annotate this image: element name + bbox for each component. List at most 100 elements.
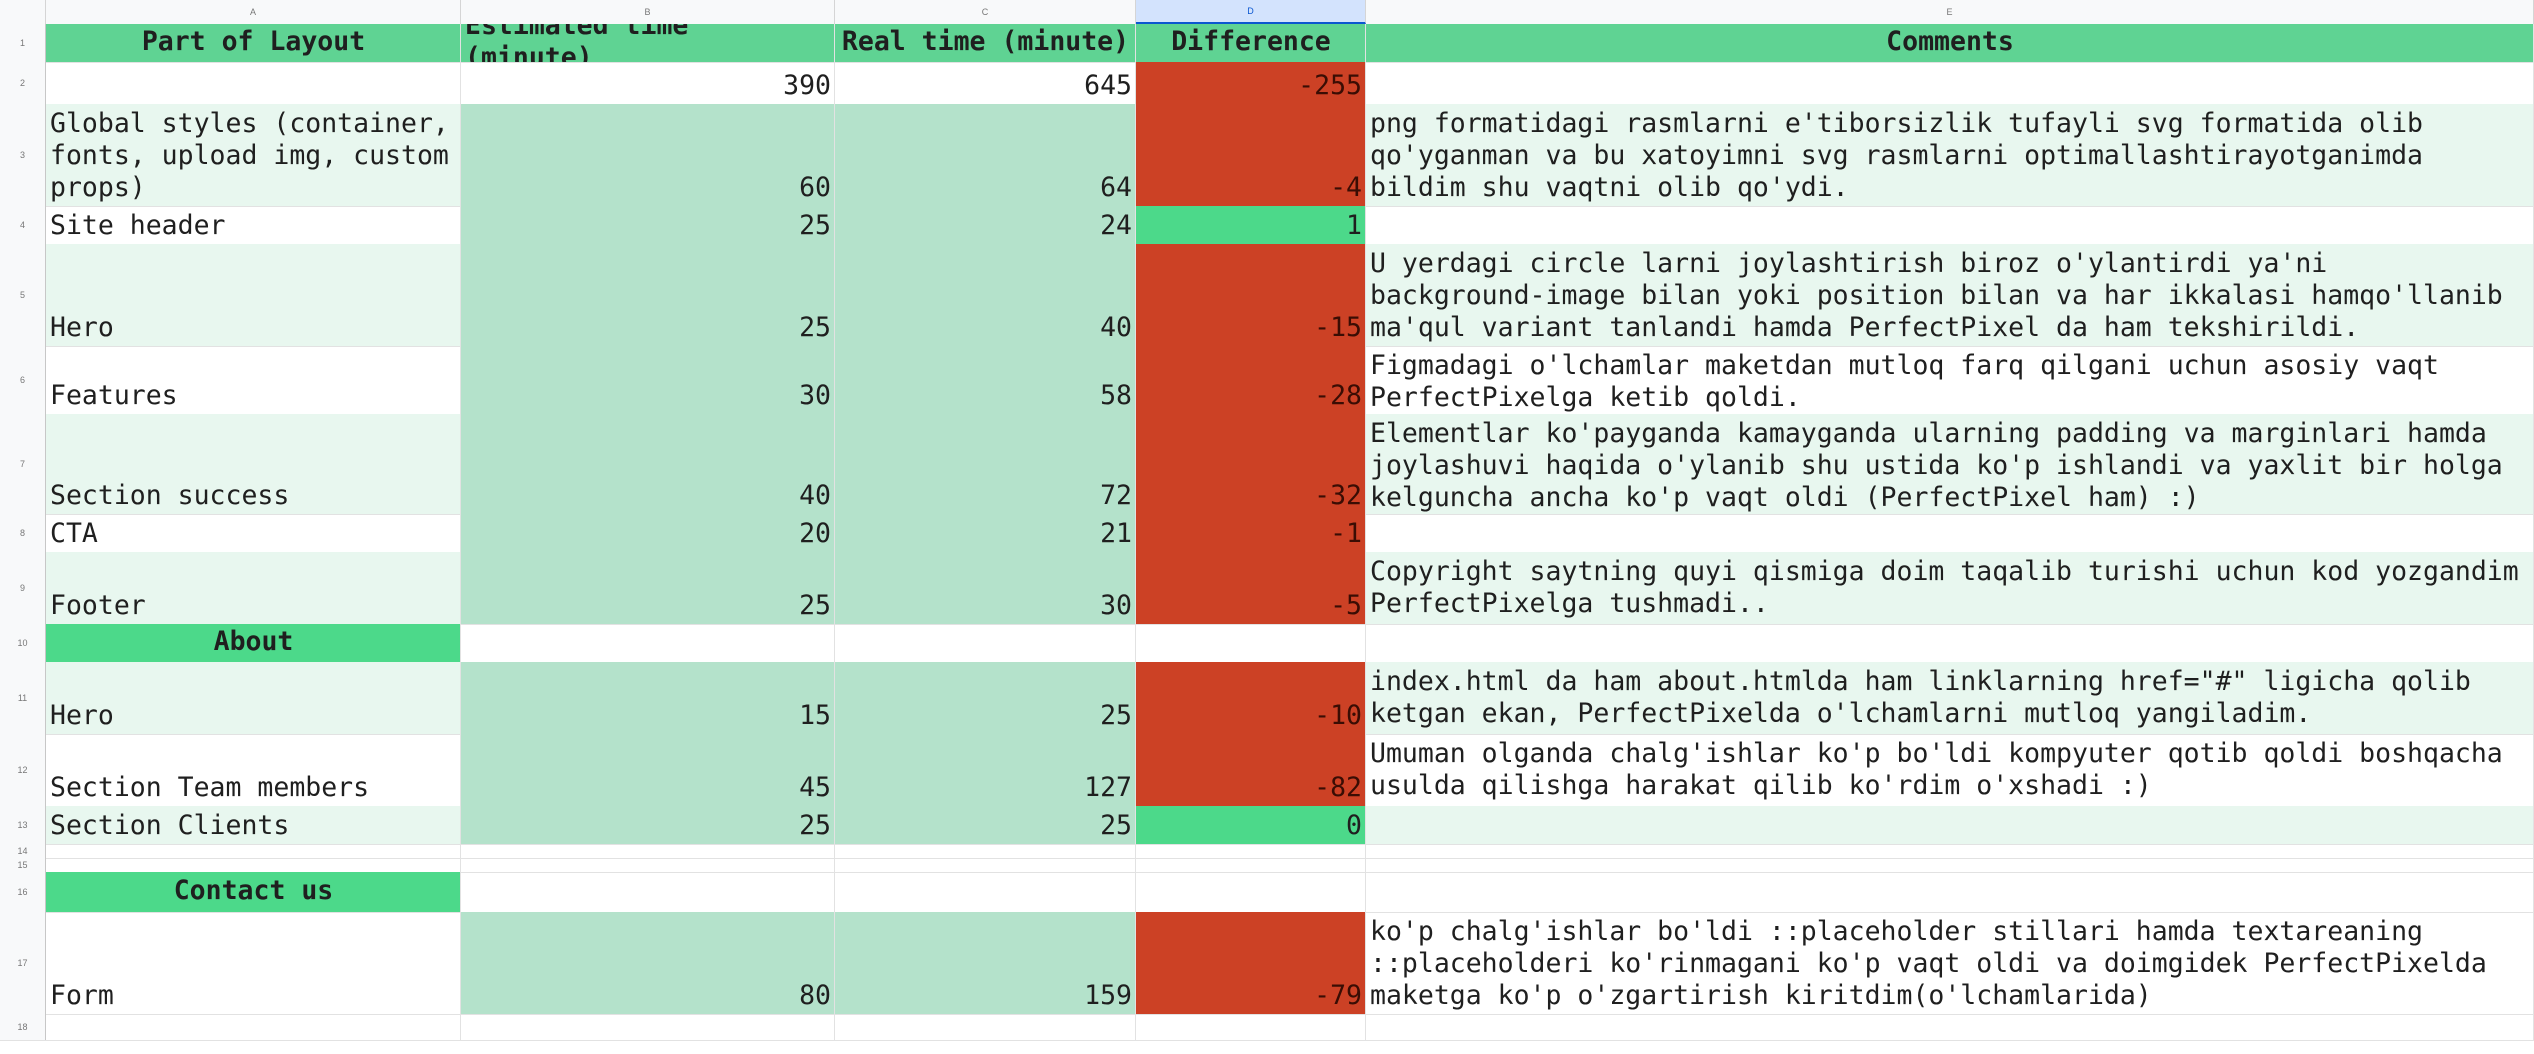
total-real[interactable]: 645 <box>835 62 1136 104</box>
cell-comment[interactable]: png formatidagi rasmlarni e'tiborsizlik … <box>1366 104 2534 206</box>
cell-comment[interactable]: U yerdagi circle larni joylashtirish bir… <box>1366 244 2534 346</box>
empty-cell[interactable] <box>1366 872 2534 912</box>
cell-real[interactable]: 159 <box>835 912 1136 1014</box>
cell-estimated[interactable]: 60 <box>461 104 835 206</box>
cell-difference[interactable]: -82 <box>1136 734 1366 806</box>
cell-part[interactable]: Section success <box>46 414 461 514</box>
empty-cell[interactable] <box>1136 844 1366 858</box>
empty-cell[interactable] <box>461 624 835 662</box>
cell-difference[interactable]: -32 <box>1136 414 1366 514</box>
empty-cell[interactable] <box>1136 1014 1366 1040</box>
row-header[interactable]: 13 <box>0 806 46 844</box>
cell-estimated[interactable]: 15 <box>461 662 835 734</box>
empty-cell[interactable] <box>835 872 1136 912</box>
empty-cell[interactable] <box>1366 844 2534 858</box>
row-header[interactable]: 4 <box>0 206 46 244</box>
cell-part[interactable]: Hero <box>46 662 461 734</box>
column-header-a[interactable]: A <box>46 0 461 24</box>
empty-cell[interactable] <box>461 858 835 872</box>
empty-cell[interactable] <box>46 844 461 858</box>
cell-part[interactable]: CTA <box>46 514 461 552</box>
cell-part[interactable]: Site header <box>46 206 461 244</box>
cell-estimated[interactable]: 80 <box>461 912 835 1014</box>
cell-estimated[interactable]: 20 <box>461 514 835 552</box>
empty-cell[interactable] <box>1136 858 1366 872</box>
cell-estimated[interactable]: 25 <box>461 206 835 244</box>
row-header[interactable]: 9 <box>0 552 46 624</box>
row-header[interactable]: 17 <box>0 912 46 1014</box>
row-header[interactable]: 15 <box>0 858 46 872</box>
cell-comment[interactable]: ko'p chalg'ishlar bo'ldi ::placeholder s… <box>1366 912 2534 1014</box>
cell-difference[interactable]: -10 <box>1136 662 1366 734</box>
cell-estimated[interactable]: 30 <box>461 346 835 414</box>
header-comments[interactable]: Comments <box>1366 24 2534 62</box>
empty-cell[interactable] <box>1366 858 2534 872</box>
section-header[interactable]: About <box>46 624 461 662</box>
row-header[interactable]: 10 <box>0 624 46 662</box>
empty-cell[interactable] <box>46 1014 461 1040</box>
empty-cell[interactable] <box>461 1014 835 1040</box>
cell-difference[interactable]: -79 <box>1136 912 1366 1014</box>
row-header[interactable]: 18 <box>0 1014 46 1040</box>
cell-difference[interactable]: -5 <box>1136 552 1366 624</box>
total-difference[interactable]: -255 <box>1136 62 1366 104</box>
cell-comment[interactable] <box>1366 514 2534 552</box>
empty-cell[interactable] <box>46 858 461 872</box>
cell-real[interactable]: 40 <box>835 244 1136 346</box>
cell-real[interactable]: 24 <box>835 206 1136 244</box>
row-header[interactable]: 11 <box>0 662 46 734</box>
empty-cell[interactable] <box>461 844 835 858</box>
row-header[interactable]: 14 <box>0 844 46 858</box>
row-header[interactable]: 5 <box>0 244 46 346</box>
cell-comment[interactable] <box>1366 806 2534 844</box>
section-header[interactable]: Contact us <box>46 872 461 912</box>
cell-comment[interactable]: Copyright saytning quyi qismiga doim taq… <box>1366 552 2534 624</box>
cell-estimated[interactable]: 40 <box>461 414 835 514</box>
empty-cell[interactable] <box>835 858 1136 872</box>
cell-part[interactable]: Features <box>46 346 461 414</box>
row-header[interactable]: 3 <box>0 104 46 206</box>
empty-cell[interactable] <box>1366 1014 2534 1040</box>
column-header-d[interactable]: D <box>1136 0 1366 24</box>
row-header[interactable]: 2 <box>0 62 46 104</box>
cell-difference[interactable]: 1 <box>1136 206 1366 244</box>
empty-cell[interactable] <box>1136 624 1366 662</box>
cell-real[interactable]: 30 <box>835 552 1136 624</box>
cell-comment[interactable]: Figmadagi o'lchamlar maketdan mutloq far… <box>1366 346 2534 414</box>
cell-estimated[interactable]: 25 <box>461 806 835 844</box>
select-all-corner[interactable] <box>0 0 46 24</box>
cell-real[interactable]: 72 <box>835 414 1136 514</box>
row-header[interactable]: 12 <box>0 734 46 806</box>
column-header-b[interactable]: B <box>461 0 835 24</box>
header-real-time[interactable]: Real time (minute) <box>835 24 1136 62</box>
cell-estimated[interactable]: 45 <box>461 734 835 806</box>
cell-real[interactable]: 58 <box>835 346 1136 414</box>
cell-difference[interactable]: -28 <box>1136 346 1366 414</box>
cell-real[interactable]: 25 <box>835 806 1136 844</box>
row-header[interactable]: 8 <box>0 514 46 552</box>
header-difference[interactable]: Difference <box>1136 24 1366 62</box>
cell-part[interactable]: Hero <box>46 244 461 346</box>
cell-comment[interactable] <box>1366 206 2534 244</box>
empty-cell[interactable] <box>461 872 835 912</box>
cell-comment[interactable]: Umuman olganda chalg'ishlar ko'p bo'ldi … <box>1366 734 2534 806</box>
cell-real[interactable]: 64 <box>835 104 1136 206</box>
total-estimated[interactable]: 390 <box>461 62 835 104</box>
header-estimated-time[interactable]: Estimated time (minute) <box>461 24 835 62</box>
column-header-e[interactable]: E <box>1366 0 2534 24</box>
cell-part[interactable]: Global styles (container, fonts, upload … <box>46 104 461 206</box>
cell-real[interactable]: 25 <box>835 662 1136 734</box>
row-header[interactable]: 7 <box>0 414 46 514</box>
cell-difference[interactable]: -4 <box>1136 104 1366 206</box>
empty-cell[interactable] <box>835 1014 1136 1040</box>
cell-part[interactable]: Footer <box>46 552 461 624</box>
cell-difference[interactable]: 0 <box>1136 806 1366 844</box>
cell-real[interactable]: 127 <box>835 734 1136 806</box>
cell-estimated[interactable]: 25 <box>461 552 835 624</box>
empty-cell[interactable] <box>1136 872 1366 912</box>
cell-comment[interactable]: index.html da ham about.htmlda ham linkl… <box>1366 662 2534 734</box>
cell-part[interactable]: Form <box>46 912 461 1014</box>
row-header[interactable]: 16 <box>0 872 46 912</box>
cell-difference[interactable]: -1 <box>1136 514 1366 552</box>
column-header-c[interactable]: C <box>835 0 1136 24</box>
